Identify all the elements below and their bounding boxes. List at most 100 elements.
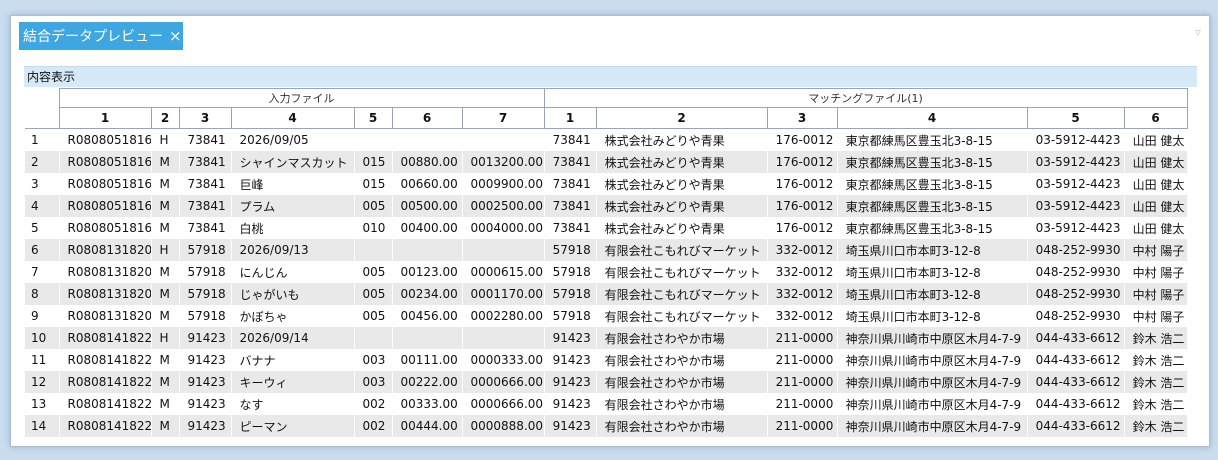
table-cell — [462, 239, 545, 261]
table-cell — [392, 128, 462, 151]
table-cell: R0808131820 — [59, 239, 151, 261]
table-cell — [462, 327, 545, 349]
table-cell: H — [151, 239, 179, 261]
table-cell: 2026/09/14 — [231, 327, 354, 349]
table-cell: 03-5912-4423 — [1027, 173, 1125, 195]
table-row[interactable]: 3 R0808051816 M 73841 巨峰 015 00660.00 0009900.0… — [25, 173, 1188, 195]
group-header-spacer — [25, 88, 59, 108]
table-cell: 044-433-6612 — [1027, 393, 1125, 415]
tab-merged-data-preview[interactable]: 結合データプレビュー × — [19, 22, 183, 50]
table-cell: M — [151, 415, 179, 437]
table-cell: 91423 — [544, 327, 597, 349]
table-cell: 00111.00 — [392, 349, 462, 371]
column-header-match-6[interactable]: 6 — [1123, 107, 1188, 129]
table-cell: 176-0012 — [767, 128, 838, 151]
row-number: 13 — [25, 393, 59, 415]
table-cell: バナナ — [231, 349, 354, 371]
column-header-match-3[interactable]: 3 — [766, 107, 838, 129]
table-cell: R0808141822 — [59, 415, 151, 437]
row-number: 7 — [25, 261, 59, 283]
table-cell: 73841 — [544, 217, 597, 239]
table-cell: 91423 — [544, 393, 597, 415]
table-row[interactable]: 13 R0808141822 M 91423 なす 002 00333.00 0000666.… — [25, 393, 1188, 415]
table-cell: 中村 陽子 — [1124, 239, 1188, 261]
table-cell: 048-252-9930 — [1027, 239, 1125, 261]
column-header-match-2[interactable]: 2 — [595, 107, 768, 129]
table-cell: M — [151, 151, 179, 173]
table-cell: 005 — [354, 195, 392, 217]
table-cell: 211-0000 — [767, 393, 838, 415]
table-cell: じゃがいも — [231, 283, 354, 305]
table-cell: 211-0000 — [767, 415, 838, 437]
table-cell: 03-5912-4423 — [1027, 151, 1125, 173]
table-cell: 株式会社みどりや青果 — [596, 128, 768, 151]
row-number: 14 — [25, 415, 59, 437]
section-header: 内容表示 — [24, 66, 1197, 87]
table-cell: 00234.00 — [392, 283, 462, 305]
column-header-input-4[interactable]: 4 — [230, 107, 355, 129]
column-header-match-4[interactable]: 4 — [836, 107, 1028, 129]
column-header-match-1[interactable]: 1 — [543, 107, 597, 129]
table-cell: 57918 — [179, 239, 231, 261]
table-cell: 鈴木 浩二 — [1124, 371, 1188, 393]
table-row[interactable]: 8 R0808131820 M 57918 じゃがいも 005 00234.00 000117… — [25, 283, 1188, 305]
close-icon[interactable]: × — [169, 27, 182, 45]
table-cell: 有限会社こもれびマーケット — [596, 261, 768, 283]
table-cell: 埼玉県川口市本町3-12-8 — [837, 261, 1028, 283]
column-header-input-3[interactable]: 3 — [178, 107, 232, 129]
table-cell: 鈴木 浩二 — [1124, 349, 1188, 371]
table-cell: 山田 健太 — [1124, 151, 1188, 173]
column-header-match-5[interactable]: 5 — [1026, 107, 1125, 129]
table-cell: 332-0012 — [767, 283, 838, 305]
column-header-input-6[interactable]: 6 — [391, 107, 463, 129]
table-row[interactable]: 4 R0808051816 M 73841 プラム 005 00500.00 0002500.… — [25, 195, 1188, 217]
table-cell: 神奈川県川崎市中原区木月4-7-9 — [837, 371, 1028, 393]
table-cell — [354, 128, 392, 151]
table-cell: 山田 健太 — [1124, 173, 1188, 195]
table-cell: 神奈川県川崎市中原区木月4-7-9 — [837, 393, 1028, 415]
table-cell: 002 — [354, 415, 392, 437]
column-header-input-2[interactable]: 2 — [150, 107, 180, 129]
table-cell: 2026/09/05 — [231, 128, 354, 151]
table-cell: 有限会社こもれびマーケット — [596, 305, 768, 327]
table-cell: 山田 健太 — [1124, 128, 1188, 151]
table-row[interactable]: 9 R0808131820 M 57918 かぼちゃ 005 00456.00 0002280… — [25, 305, 1188, 327]
data-grid[interactable]: 入力ファイル マッチングファイル(1) 1 2 3 4 5 6 7 1 2 3 4 5 6 1 R080805… — [25, 88, 1197, 446]
row-number: 12 — [25, 371, 59, 393]
row-number: 4 — [25, 195, 59, 217]
table-cell: 176-0012 — [767, 195, 838, 217]
table-cell: 57918 — [179, 283, 231, 305]
table-row[interactable]: 5 R0808051816 M 73841 白桃 010 00400.00 0004000.0… — [25, 217, 1188, 239]
table-row[interactable]: 11 R0808141822 M 91423 バナナ 003 00111.00 0000333… — [25, 349, 1188, 371]
table-cell: 山田 健太 — [1124, 217, 1188, 239]
table-cell: 03-5912-4423 — [1027, 128, 1125, 151]
table-row[interactable]: 2 R0808051816 M 73841 シャインマスカット 015 00880.00 00… — [25, 151, 1188, 173]
table-row[interactable]: 1 R0808051816 H 73841 2026/09/05 73841 株式会社みどり… — [25, 128, 1188, 151]
tab-title: 結合データプレビュー — [23, 29, 163, 45]
column-header-input-5[interactable]: 5 — [353, 107, 393, 129]
table-cell: 73841 — [544, 173, 597, 195]
table-cell: キーウィ — [231, 371, 354, 393]
row-number: 8 — [25, 283, 59, 305]
table-row[interactable]: 10 R0808141822 H 91423 2026/09/14 91423 有限会社さわ… — [25, 327, 1188, 349]
table-cell: 神奈川県川崎市中原区木月4-7-9 — [837, 349, 1028, 371]
tab-menu-icon[interactable]: ▿ — [1193, 27, 1203, 38]
table-cell: 005 — [354, 305, 392, 327]
table-cell: 株式会社みどりや青果 — [596, 195, 768, 217]
table-cell: 91423 — [544, 415, 597, 437]
table-row[interactable]: 14 R0808141822 M 91423 ピーマン 002 00444.00 000088… — [25, 415, 1188, 437]
table-row[interactable]: 6 R0808131820 H 57918 2026/09/13 57918 有限会社こもれ… — [25, 239, 1188, 261]
table-cell: 03-5912-4423 — [1027, 195, 1125, 217]
column-header-input-7[interactable]: 7 — [461, 107, 545, 129]
table-cell: 73841 — [544, 151, 597, 173]
table-row[interactable]: 7 R0808131820 M 57918 にんじん 005 00123.00 0000615… — [25, 261, 1188, 283]
group-header-input-file: 入力ファイル — [58, 88, 545, 108]
table-cell: 東京都練馬区豊玉北3-8-15 — [837, 128, 1028, 151]
row-number: 11 — [25, 349, 59, 371]
table-cell: 00444.00 — [392, 415, 462, 437]
table-row[interactable]: 12 R0808141822 M 91423 キーウィ 003 00222.00 000066… — [25, 371, 1188, 393]
column-header-input-1[interactable]: 1 — [58, 107, 152, 129]
table-cell — [354, 239, 392, 261]
table-cell: 211-0000 — [767, 349, 838, 371]
table-cell: 0009900.00 — [462, 173, 545, 195]
